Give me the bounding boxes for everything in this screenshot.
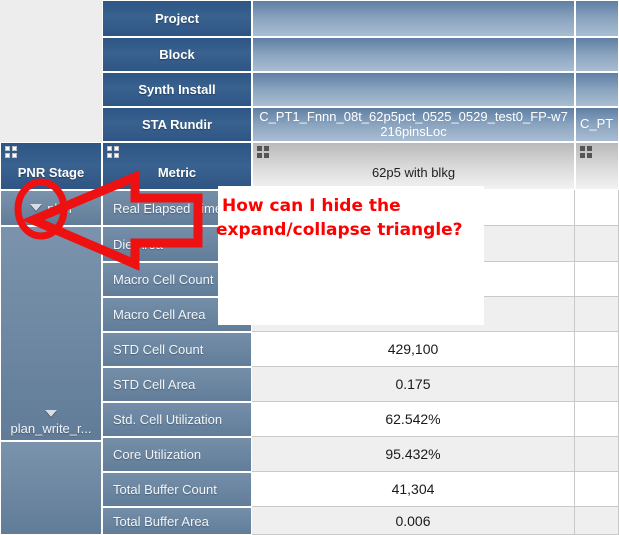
metric-label-std-cell-count: STD Cell Count: [102, 332, 252, 367]
four-square-grid-icon[interactable]: [580, 146, 593, 159]
column-header-metric-label: Metric: [157, 164, 197, 180]
metric-label-core-utilization: Core Utilization: [102, 437, 252, 472]
value-real-elapsed-time-col2: [575, 190, 619, 226]
collapse-triangle-down-icon[interactable]: [30, 204, 43, 212]
value-total-buffer-count-col2: [575, 472, 619, 507]
column-header-value-group[interactable]: 62p5 with blkg: [252, 142, 575, 190]
stage-cell-plan-write-label: plan_write_r...: [10, 421, 92, 436]
stage-cell-continuation[interactable]: [0, 441, 102, 535]
value-std-cell-utilization-col2: [575, 402, 619, 437]
value-std-cell-count-col2: [575, 332, 619, 367]
header-label-block: Block: [102, 37, 252, 72]
metric-label-total-buffer-count: Total Buffer Count: [102, 472, 252, 507]
value-total-buffer-count: 41,304: [252, 472, 575, 507]
value-macro-cell-count-col2: [575, 262, 619, 297]
header-value-block-col2: [575, 37, 619, 72]
header-label-project: Project: [102, 0, 252, 37]
annotation-line-2: expand/collapse triangle?: [216, 220, 463, 240]
spreadsheet-grid-screenshot: Project Block Synth Install STA Rundir C…: [0, 0, 619, 535]
value-total-buffer-area-col2: [575, 507, 619, 535]
value-std-cell-area-col2: [575, 367, 619, 402]
column-header-value-group-col2[interactable]: [575, 142, 619, 190]
value-std-cell-count: 429,100: [252, 332, 575, 367]
header-value-block: [252, 37, 575, 72]
annotation-line-1: How can I hide the: [222, 196, 401, 216]
header-value-sta-rundir: C_PT1_Fnnn_08t_62p5pct_0525_0529_test0_F…: [252, 107, 575, 142]
header-value-project: [252, 0, 575, 37]
four-square-grid-icon[interactable]: [107, 146, 120, 159]
four-square-grid-icon[interactable]: [5, 146, 18, 159]
stage-cell-plan[interactable]: plan: [0, 190, 102, 226]
value-core-utilization-col2: [575, 437, 619, 472]
four-square-grid-icon[interactable]: [257, 146, 270, 159]
header-value-synth-install-col2: [575, 72, 619, 107]
stage-cell-plan-write[interactable]: plan_write_r...: [0, 226, 102, 441]
stage-cell-plan-label: plan: [47, 200, 72, 216]
column-header-pnr-stage-label: PNR Stage: [17, 164, 85, 180]
column-header-pnr-stage[interactable]: PNR Stage: [0, 142, 102, 190]
header-value-project-col2: [575, 0, 619, 37]
metric-label-std-cell-utilization: Std. Cell Utilization: [102, 402, 252, 437]
value-core-utilization: 95.432%: [252, 437, 575, 472]
grid-empty-corner: [0, 0, 102, 142]
header-value-sta-rundir-col2: C_PT: [575, 107, 619, 142]
collapse-triangle-down-icon[interactable]: [45, 410, 58, 418]
value-macro-cell-area-col2: [575, 297, 619, 332]
column-header-value-label: 62p5 with blkg: [371, 164, 456, 180]
header-label-sta-rundir: STA Rundir: [102, 107, 252, 142]
value-die-area-col2: [575, 226, 619, 262]
column-header-metric[interactable]: Metric: [102, 142, 252, 190]
header-value-synth-install: [252, 72, 575, 107]
value-total-buffer-area: 0.006: [252, 507, 575, 535]
value-std-cell-utilization: 62.542%: [252, 402, 575, 437]
value-std-cell-area: 0.175: [252, 367, 575, 402]
metric-label-total-buffer-area: Total Buffer Area: [102, 507, 252, 535]
header-label-synth-install: Synth Install: [102, 72, 252, 107]
metric-label-std-cell-area: STD Cell Area: [102, 367, 252, 402]
